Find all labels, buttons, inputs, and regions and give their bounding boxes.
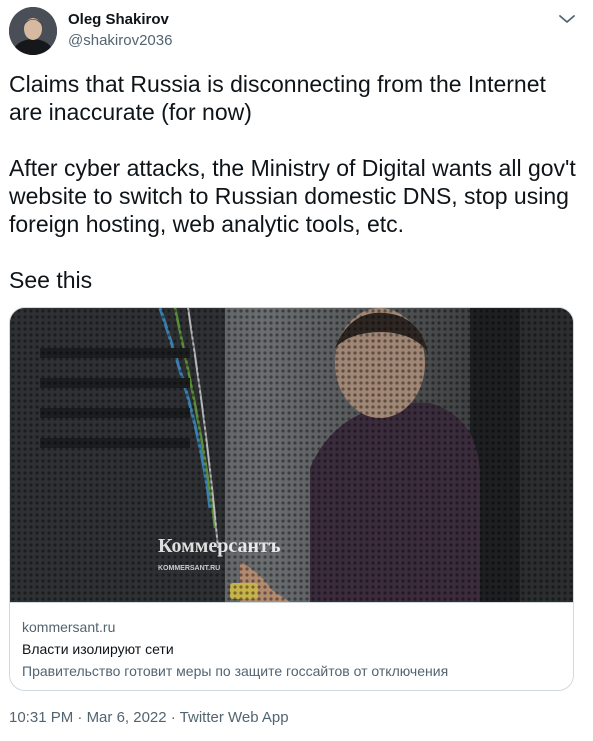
tweet-paragraph-1: Claims that Russia is disconnecting from… (9, 71, 546, 125)
tweet-client[interactable]: Twitter Web App (180, 709, 289, 726)
card-description: Правительство готовит меры по защите гос… (22, 663, 449, 679)
watermark-site: KOMMERSANT.RU (158, 565, 220, 572)
chevron-down-icon (559, 15, 575, 23)
card-divider (10, 602, 573, 603)
card-title: Власти изолируют сети (22, 641, 174, 657)
author-handle[interactable]: @shakirov2036 (68, 32, 172, 49)
avatar-photo (9, 7, 57, 55)
tweet-time[interactable]: 10:31 PM (9, 709, 73, 726)
watermark-logo: Коммерсантъ (158, 535, 281, 557)
more-options-button[interactable] (556, 10, 578, 28)
tweet-paragraph-2: After cyber attacks, the Ministry of Dig… (9, 155, 576, 237)
card-image: Коммерсантъ KOMMERSANT.RU (10, 308, 573, 602)
tweet-text: Claims that Russia is disconnecting from… (9, 70, 579, 294)
tweet-timestamp: 10:31 PM · Mar 6, 2022 · Twitter Web App (9, 709, 289, 726)
avatar[interactable] (9, 7, 57, 55)
separator: · (166, 709, 180, 726)
tweet-date[interactable]: Mar 6, 2022 (87, 709, 167, 726)
card-domain: kommersant.ru (22, 619, 116, 635)
author-name[interactable]: Oleg Shakirov (68, 11, 169, 28)
tweet-paragraph-3: See this (9, 267, 93, 293)
separator: · (73, 709, 87, 726)
link-preview-card[interactable]: Коммерсантъ KOMMERSANT.RU kommersant.ru … (9, 307, 574, 691)
